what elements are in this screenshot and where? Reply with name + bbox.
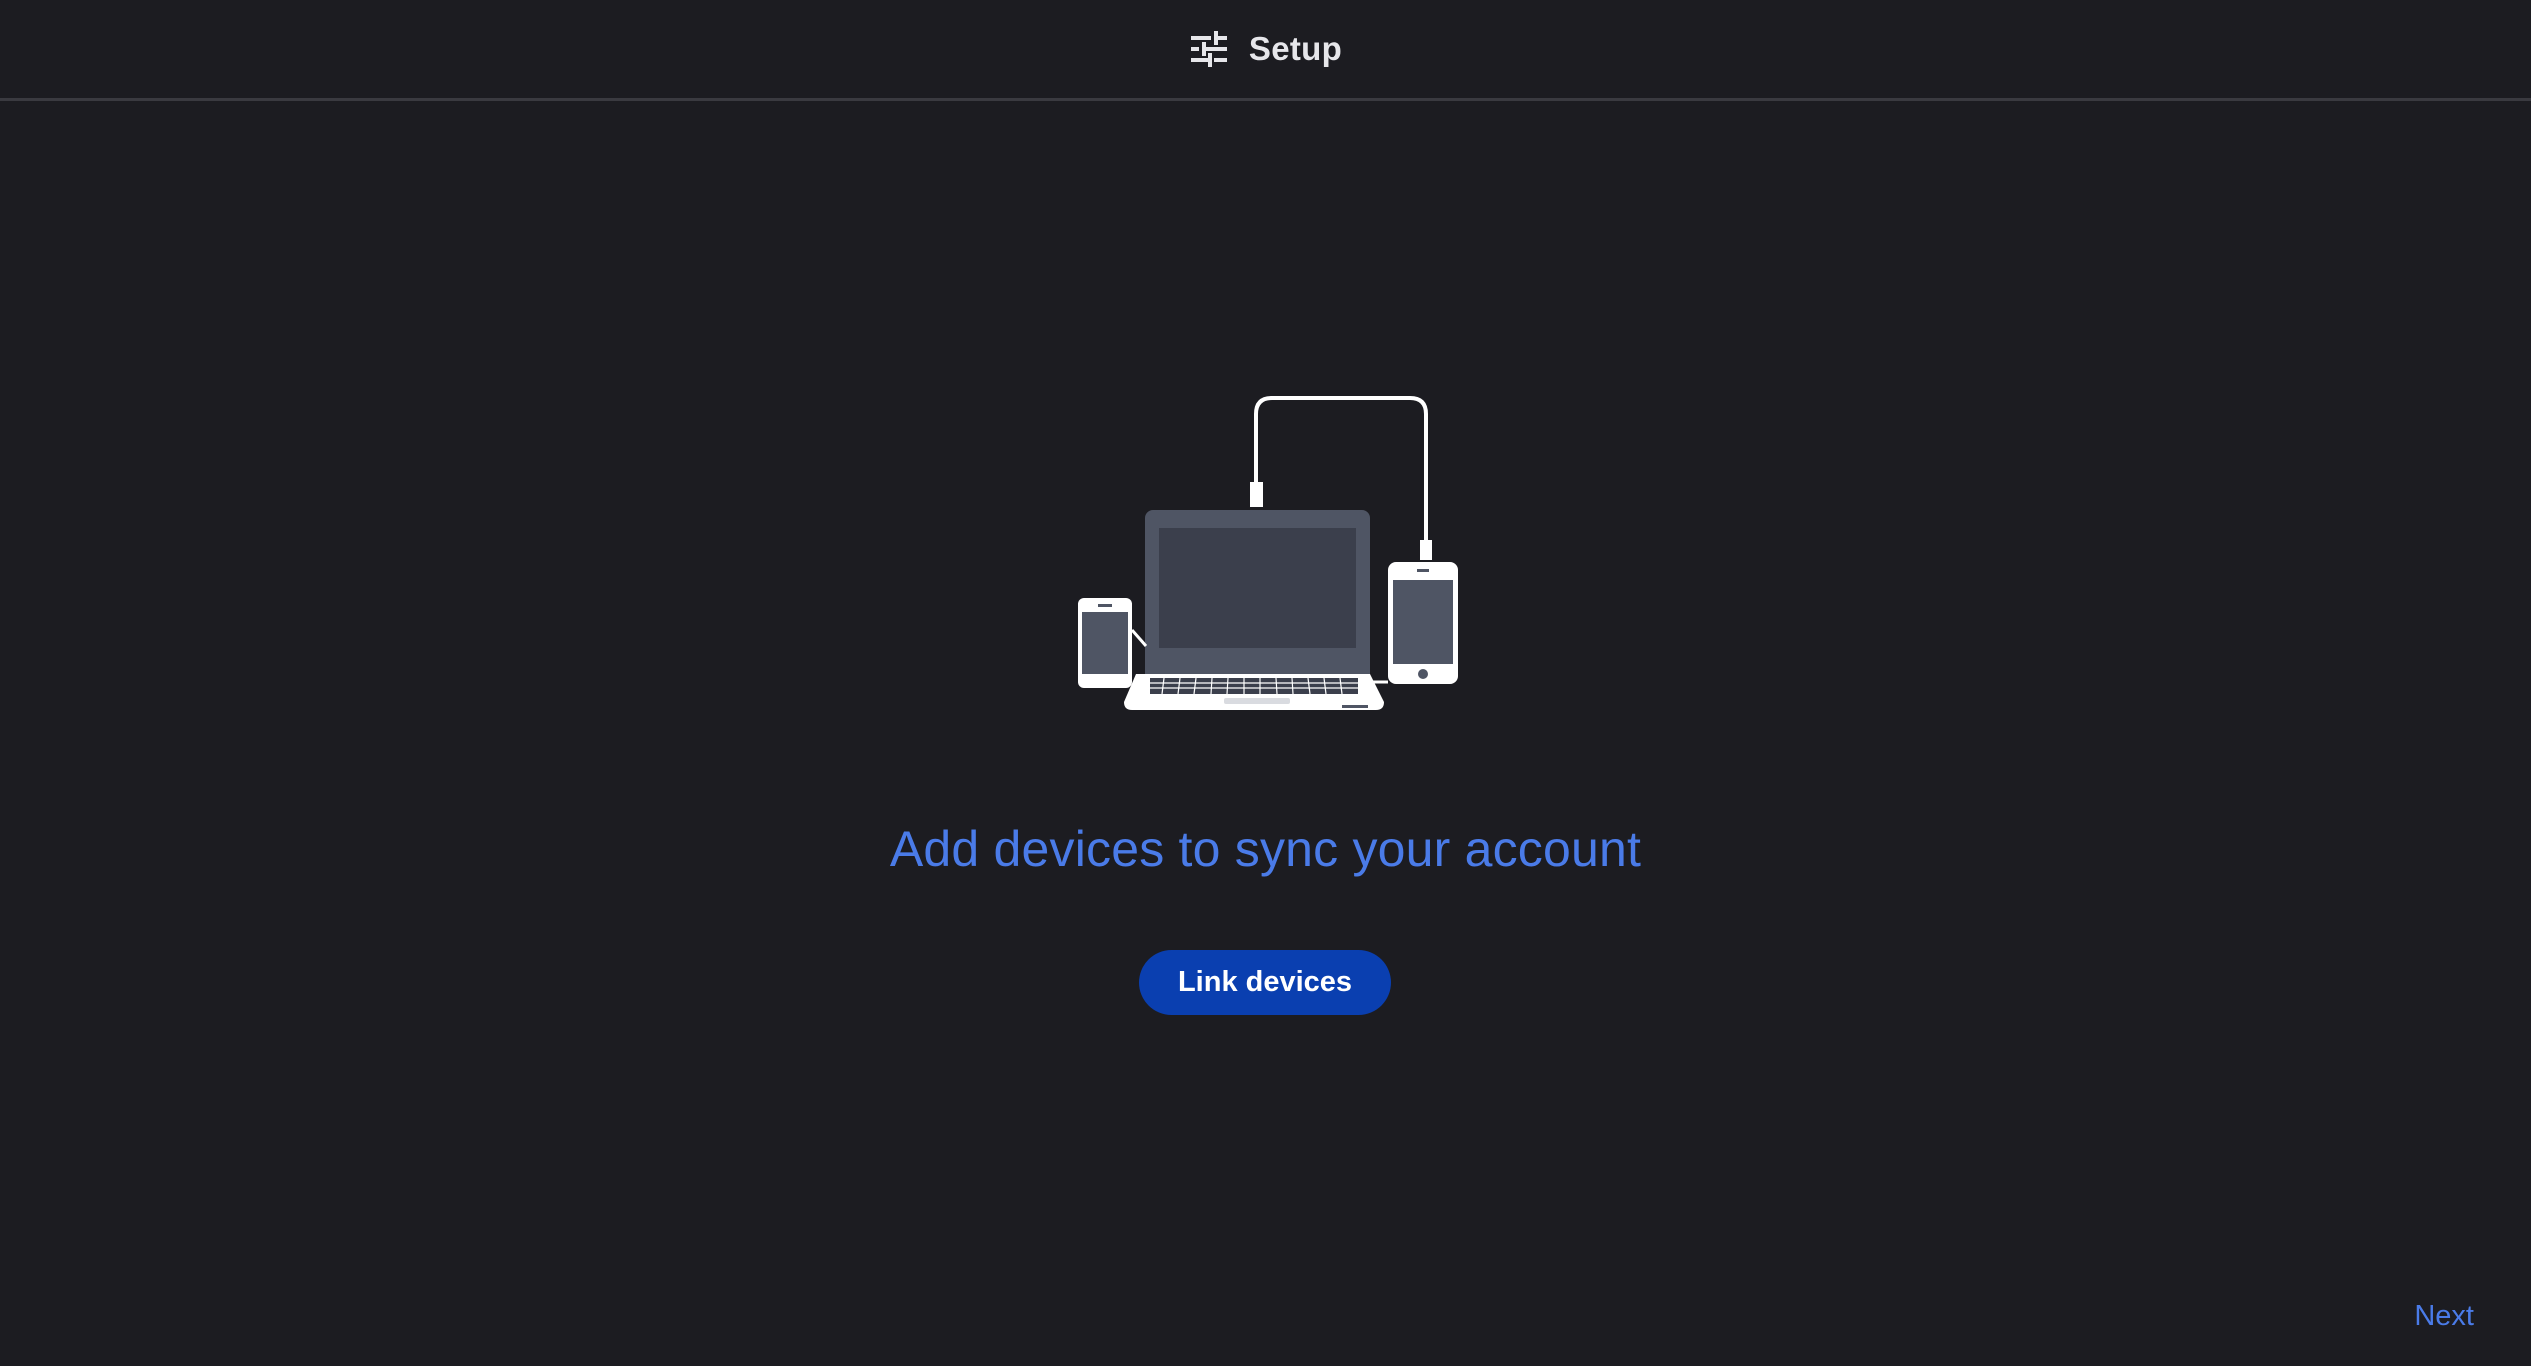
header-title-group: Setup: [1189, 30, 1342, 68]
link-devices-button[interactable]: Link devices: [1139, 950, 1391, 1015]
next-link[interactable]: Next: [2414, 1300, 2474, 1333]
page-title: Setup: [1248, 30, 1343, 67]
setup-screen: Setup Add devices to sync your account L…: [0, 0, 2531, 1366]
sliders-icon: [1190, 31, 1227, 67]
sync-headline: Add devices to sync your account: [889, 821, 1642, 877]
top-bar: Setup: [0, 0, 2531, 101]
devices-sync-illustration: [1078, 396, 1458, 710]
